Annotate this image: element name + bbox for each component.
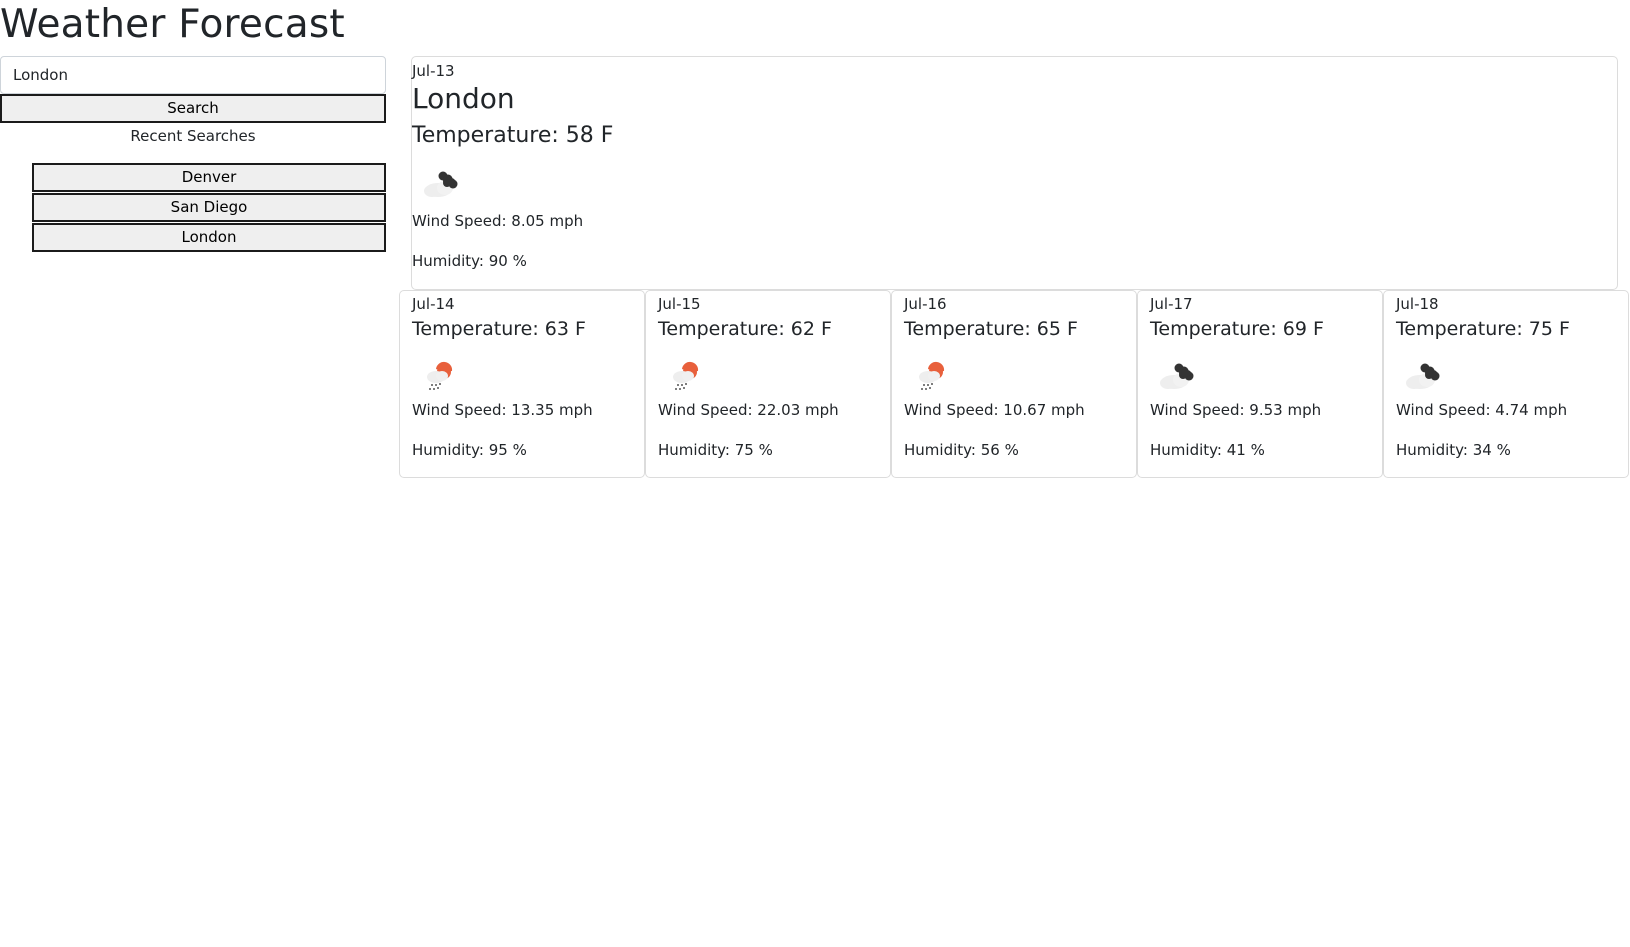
page: Weather Forecast Search Recent Searches … bbox=[0, 0, 1630, 947]
forecast-card: Jul-16 Temperature: 65 F Wind Speed: 10.… bbox=[891, 290, 1137, 478]
forecast-date: Jul-18 bbox=[1396, 295, 1439, 313]
current-date: Jul-13 bbox=[412, 62, 455, 80]
light-rain-icon bbox=[662, 355, 708, 395]
forecast-humidity: Humidity: 56 % bbox=[904, 441, 1019, 459]
recent-searches-heading: Recent Searches bbox=[130, 127, 256, 145]
recent-search-san-diego[interactable]: San Diego bbox=[32, 193, 386, 222]
forecast-date: Jul-17 bbox=[1150, 295, 1193, 313]
recent-search-london[interactable]: London bbox=[32, 223, 386, 252]
forecast-card: Jul-15 Temperature: 62 F Wind Speed: 22.… bbox=[645, 290, 891, 478]
broken-clouds-icon bbox=[1400, 355, 1446, 395]
five-day-forecast: Jul-14 Temperature: 63 F Wind Speed: 13.… bbox=[399, 290, 1630, 478]
broken-clouds-icon bbox=[418, 163, 464, 203]
search-button[interactable]: Search bbox=[0, 94, 386, 123]
forecast-wind-speed: Wind Speed: 4.74 mph bbox=[1396, 401, 1568, 419]
recent-search-denver[interactable]: Denver bbox=[32, 163, 386, 192]
forecast-card: Jul-18 Temperature: 75 F Wind Speed: 4.7… bbox=[1383, 290, 1629, 478]
forecast-humidity: Humidity: 75 % bbox=[658, 441, 773, 459]
current-wind-speed: Wind Speed: 8.05 mph bbox=[412, 212, 584, 230]
forecast-card: Jul-17 Temperature: 69 F Wind Speed: 9.5… bbox=[1137, 290, 1383, 478]
forecast-date: Jul-14 bbox=[412, 295, 455, 313]
forecast-temperature: Temperature: 65 F bbox=[904, 318, 1078, 340]
light-rain-icon bbox=[416, 355, 462, 395]
city-search-input[interactable] bbox=[0, 56, 386, 94]
forecast-humidity: Humidity: 95 % bbox=[412, 441, 527, 459]
forecast-humidity: Humidity: 34 % bbox=[1396, 441, 1511, 459]
forecast-wind-speed: Wind Speed: 22.03 mph bbox=[658, 401, 839, 419]
forecast-wind-speed: Wind Speed: 13.35 mph bbox=[412, 401, 593, 419]
forecast-temperature: Temperature: 63 F bbox=[412, 318, 586, 340]
current-city: London bbox=[412, 82, 515, 115]
forecast-card: Jul-14 Temperature: 63 F Wind Speed: 13.… bbox=[399, 290, 645, 478]
current-temperature: Temperature: 58 F bbox=[412, 123, 614, 148]
current-weather-card: Jul-13 London Temperature: 58 F Wind Spe… bbox=[411, 56, 1618, 290]
forecast-wind-speed: Wind Speed: 10.67 mph bbox=[904, 401, 1085, 419]
forecast-date: Jul-16 bbox=[904, 295, 947, 313]
forecast-date: Jul-15 bbox=[658, 295, 701, 313]
forecast-temperature: Temperature: 75 F bbox=[1396, 318, 1570, 340]
forecast-humidity: Humidity: 41 % bbox=[1150, 441, 1265, 459]
forecast-temperature: Temperature: 62 F bbox=[658, 318, 832, 340]
broken-clouds-icon bbox=[1154, 355, 1200, 395]
light-rain-icon bbox=[908, 355, 954, 395]
recent-searches-list: Denver San Diego London bbox=[32, 163, 386, 253]
page-title: Weather Forecast bbox=[0, 2, 345, 47]
forecast-wind-speed: Wind Speed: 9.53 mph bbox=[1150, 401, 1322, 419]
forecast-temperature: Temperature: 69 F bbox=[1150, 318, 1324, 340]
current-humidity: Humidity: 90 % bbox=[412, 252, 527, 270]
